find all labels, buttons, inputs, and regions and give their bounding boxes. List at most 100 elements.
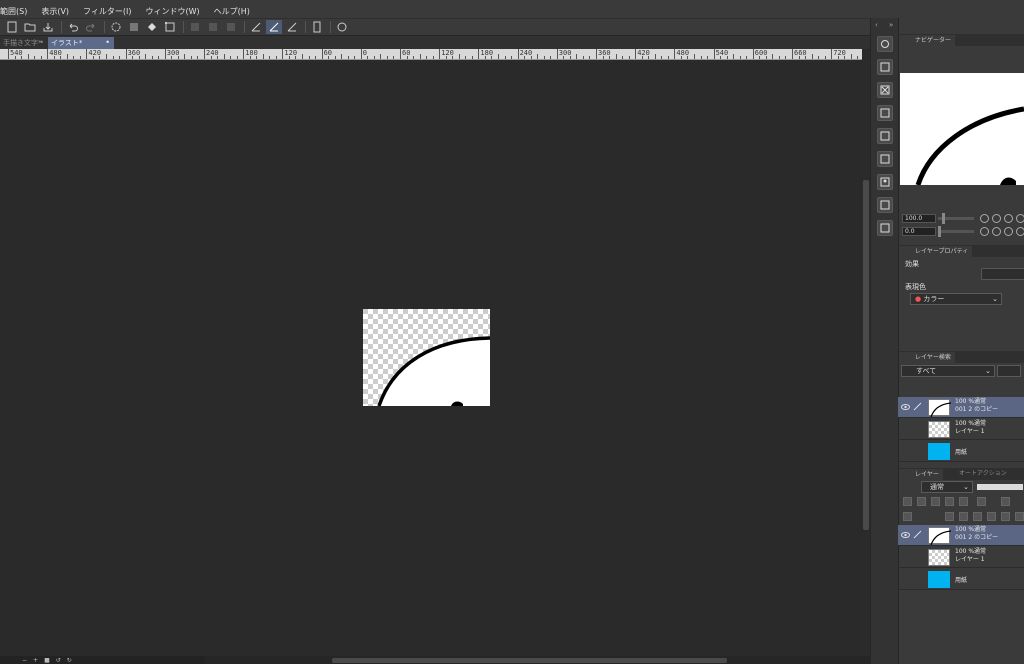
- expand-icon[interactable]: »: [889, 21, 893, 29]
- eye-icon[interactable]: [901, 531, 910, 539]
- tab-navigator[interactable]: ナビゲーター: [899, 35, 956, 46]
- menu-view[interactable]: 表示(V): [41, 6, 79, 17]
- layer-tool-button[interactable]: [903, 497, 912, 506]
- layer-tool-button[interactable]: [959, 497, 968, 506]
- device-button[interactable]: [309, 20, 325, 34]
- panel-button-7[interactable]: [877, 197, 893, 213]
- ruler-tick: [8, 49, 9, 59]
- eye-icon[interactable]: [901, 403, 910, 411]
- layer-search-row[interactable]: 100 %通常 レイヤー 1: [898, 419, 1024, 440]
- selection-tool-1[interactable]: [187, 20, 203, 34]
- vertical-scroll-thumb[interactable]: [863, 180, 869, 530]
- rotate-left-icon[interactable]: ↺: [56, 657, 61, 664]
- ruler-minor-tick: [537, 54, 539, 59]
- delete-layer-button[interactable]: [1015, 512, 1024, 521]
- close-icon[interactable]: •: [39, 37, 44, 49]
- tab-layer[interactable]: レイヤー: [899, 469, 943, 480]
- zoom-value-field[interactable]: 100.0: [902, 214, 936, 223]
- panel-button-3[interactable]: [877, 105, 893, 121]
- layer-filter-select[interactable]: すべて ⌄: [901, 365, 995, 377]
- navigator-preview[interactable]: [900, 73, 1024, 185]
- layer-row[interactable]: 100 %通常 001 2 のコピー: [898, 525, 1024, 546]
- open-file-button[interactable]: [22, 20, 38, 34]
- rotate-left-icon[interactable]: [980, 227, 989, 236]
- ruler-minor-tick: [700, 56, 702, 59]
- selection-tool-3[interactable]: [223, 20, 239, 34]
- effect-buttons[interactable]: [981, 268, 1024, 280]
- fill-button[interactable]: [144, 20, 160, 34]
- layer-panel-menu-button[interactable]: [903, 512, 912, 521]
- panel-button-1[interactable]: [877, 59, 893, 75]
- tab-layer-property[interactable]: レイヤープロパティ: [899, 246, 973, 257]
- close-icon[interactable]: •: [105, 37, 110, 49]
- layer-name: レイヤー 1: [955, 556, 985, 563]
- tab-auto-action[interactable]: オートアクション: [959, 468, 1007, 480]
- collapse-left-icon[interactable]: ‹: [875, 21, 878, 29]
- rotate-value-field[interactable]: 0.0: [902, 227, 936, 236]
- rotate-slider-knob[interactable]: [938, 226, 941, 237]
- zoom-slider-knob[interactable]: [942, 213, 945, 224]
- pen-tool[interactable]: [266, 20, 282, 34]
- loading-button[interactable]: [108, 20, 124, 34]
- selection-tool-2[interactable]: [205, 20, 221, 34]
- panel-button-2[interactable]: [877, 82, 893, 98]
- layer-tool-button[interactable]: [977, 497, 986, 506]
- save-button[interactable]: [40, 20, 56, 34]
- rotate-right-icon[interactable]: [992, 227, 1001, 236]
- clear-button[interactable]: [126, 20, 142, 34]
- undo-button[interactable]: [65, 20, 81, 34]
- zoom-out-icon[interactable]: [980, 214, 989, 223]
- reset-rotation-icon[interactable]: [1004, 227, 1013, 236]
- new-layer-button[interactable]: [945, 512, 954, 521]
- tab-illustration[interactable]: イラスト* •: [48, 37, 114, 49]
- horizontal-scroll-thumb[interactable]: [332, 658, 727, 663]
- layer-search-row[interactable]: 100 %通常 001 2 のコピー: [898, 397, 1024, 418]
- search-panel-button[interactable]: [877, 36, 893, 52]
- menu-filter[interactable]: フィルター(I): [83, 6, 141, 17]
- document-canvas[interactable]: [363, 309, 490, 406]
- layer-tool-button[interactable]: [917, 497, 926, 506]
- zoom-in-icon[interactable]: [992, 214, 1001, 223]
- ruler-tool[interactable]: [248, 20, 264, 34]
- layer-tool-button[interactable]: [1001, 497, 1010, 506]
- redo-button[interactable]: [83, 20, 99, 34]
- layer-tool-button[interactable]: [931, 497, 940, 506]
- layer-info: 用紙: [955, 449, 967, 457]
- new-folder-button[interactable]: [973, 512, 982, 521]
- pencil-tool[interactable]: [284, 20, 300, 34]
- merge-button[interactable]: [987, 512, 996, 521]
- menu-window[interactable]: ウィンドウ(W): [146, 6, 210, 17]
- ruler-minor-tick: [184, 54, 186, 59]
- layer-search-row[interactable]: 用紙: [898, 441, 1024, 462]
- zoom-slider[interactable]: [938, 213, 974, 224]
- layer-row[interactable]: 用紙: [898, 569, 1024, 590]
- panel-button-5[interactable]: [877, 151, 893, 167]
- new-file-button[interactable]: [4, 20, 20, 34]
- ruler-minor-tick: [230, 56, 232, 59]
- layer-search-options[interactable]: [997, 365, 1021, 377]
- actual-size-icon[interactable]: [1016, 214, 1024, 223]
- new-vector-layer-button[interactable]: [959, 512, 968, 521]
- panel-button-8[interactable]: [877, 220, 893, 236]
- transform-button[interactable]: [162, 20, 178, 34]
- opacity-slider[interactable]: [977, 484, 1023, 490]
- panel-button-6[interactable]: [877, 174, 893, 190]
- tab-handwriting[interactable]: 手描き文字* •: [0, 37, 48, 49]
- mask-button[interactable]: [1001, 512, 1010, 521]
- panel-button-4[interactable]: [877, 128, 893, 144]
- help-button[interactable]: [334, 20, 350, 34]
- blend-mode-select[interactable]: 通常 ⌄: [921, 481, 973, 493]
- lock-button[interactable]: [945, 497, 954, 506]
- layer-row[interactable]: 100 %通常 レイヤー 1: [898, 547, 1024, 568]
- flip-icon[interactable]: [1016, 227, 1024, 236]
- expression-color-select[interactable]: ● カラー ⌄: [910, 293, 1002, 305]
- rotate-right-icon[interactable]: ↻: [67, 657, 72, 664]
- menu-help[interactable]: ヘルプ(H): [214, 6, 260, 17]
- zoom-in-icon[interactable]: +: [33, 657, 38, 664]
- tab-layer-search[interactable]: レイヤー検索: [899, 352, 955, 363]
- fit-icon[interactable]: [1004, 214, 1013, 223]
- zoom-out-icon[interactable]: −: [22, 657, 27, 664]
- rotate-slider[interactable]: [938, 226, 974, 237]
- stop-icon[interactable]: ■: [44, 657, 50, 664]
- menu-selection[interactable]: 範囲(S): [0, 6, 37, 17]
